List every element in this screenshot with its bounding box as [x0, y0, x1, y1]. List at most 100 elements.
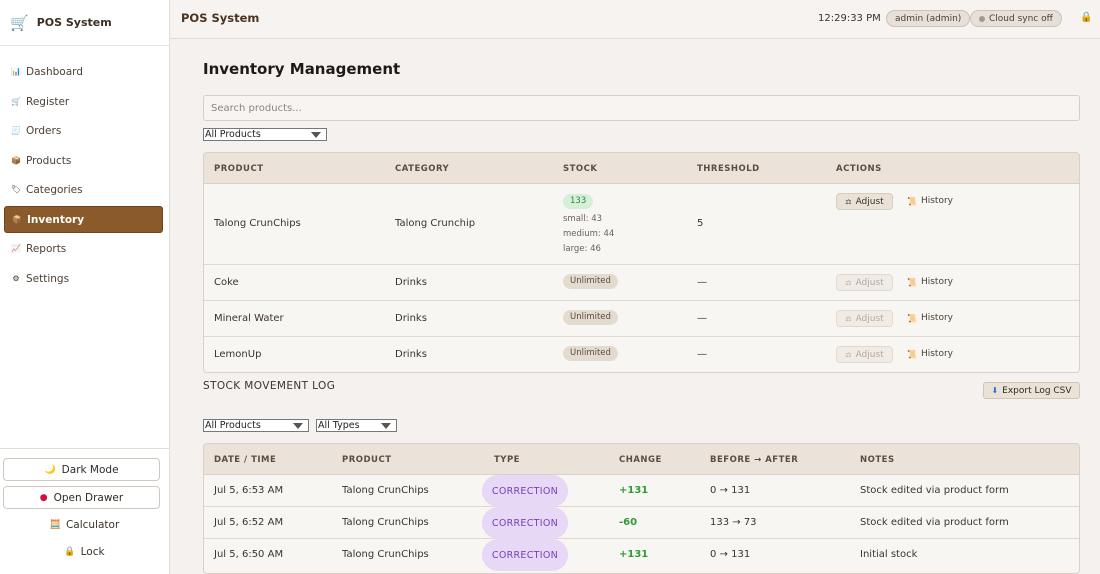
stock-badge: Unlimited: [563, 346, 618, 361]
scroll-icon: 📜: [907, 349, 917, 359]
threshold-value: 5: [697, 218, 704, 229]
log-type-filter-value: All Types: [318, 420, 360, 431]
sidebar-item-label: Orders: [26, 125, 62, 137]
category-name: Drinks: [395, 349, 427, 360]
stock-cell: 133 small: 43 medium: 44 large: 46: [563, 194, 614, 257]
log-notes: Stock edited via product form: [860, 485, 1009, 496]
chevron-down-icon: [293, 423, 303, 429]
calculator-button[interactable]: 🧮 Calculator: [0, 514, 169, 536]
log-date: Jul 5, 6:53 AM: [214, 485, 284, 496]
cart-icon: 🛒: [11, 96, 21, 106]
lock-icon: 🔒: [64, 547, 76, 557]
sidebar-item-inventory[interactable]: 📦 Inventory: [4, 206, 163, 233]
table-row: Talong CrunChips Talong Crunchip 133 sma…: [204, 184, 1079, 265]
history-button[interactable]: 📜 History: [907, 349, 953, 359]
clock: 12:29:33 PM: [818, 13, 881, 24]
receipt-icon: 🧾: [11, 126, 21, 135]
dark-mode-button[interactable]: 🌙 Dark Mode: [3, 458, 160, 481]
sync-status-badge[interactable]: Cloud sync off: [970, 10, 1062, 27]
sidebar-item-label: Products: [26, 154, 72, 167]
sidebar-item-categories[interactable]: 🏷 Categories: [4, 177, 163, 204]
chart-icon: 📈: [11, 244, 21, 253]
variant-stock: large: 46: [563, 244, 601, 254]
log-change: -60: [619, 517, 638, 528]
product-filter-select[interactable]: All Products: [203, 128, 327, 141]
column-header: THRESHOLD: [697, 164, 760, 174]
history-label: History: [920, 196, 953, 206]
lock-button[interactable]: 🔒 Lock: [0, 541, 169, 563]
lock-icon[interactable]: 🔒: [1080, 12, 1092, 23]
chevron-down-icon: [311, 132, 321, 138]
table-row: Jul 5, 6:53 AM Talong CrunChips CORRECTI…: [204, 475, 1079, 507]
search-input[interactable]: [203, 95, 1080, 121]
sidebar-item-reports[interactable]: 📈 Reports: [4, 236, 163, 263]
sidebar-item-label: Reports: [26, 243, 67, 255]
stock-cell: Unlimited: [563, 274, 618, 289]
drawer-icon: ●: [39, 492, 48, 503]
column-header: PRODUCT: [214, 164, 264, 174]
stock-badge: Unlimited: [563, 310, 618, 325]
scroll-icon: 📜: [907, 196, 917, 206]
sidebar-item-label: Categories: [26, 184, 83, 196]
category-name: Drinks: [395, 277, 427, 288]
log-change: +131: [619, 485, 649, 496]
calculator-icon: 🧮: [49, 520, 61, 530]
table-row: Mineral Water Drinks Unlimited — ⚖ Adjus…: [204, 301, 1079, 337]
history-button[interactable]: 📜 History: [907, 196, 953, 206]
adjust-button[interactable]: ⚖ Adjust: [836, 310, 893, 327]
adjust-button[interactable]: ⚖ Adjust: [836, 193, 893, 210]
category-name: Talong Crunchip: [395, 218, 476, 229]
sidebar-item-register[interactable]: 🛒 Register: [4, 88, 163, 115]
open-drawer-button[interactable]: ● Open Drawer: [3, 486, 160, 509]
calculator-label: Calculator: [65, 519, 120, 531]
stock-cell: Unlimited: [563, 346, 618, 361]
product-name: Coke: [214, 277, 239, 288]
product-name: Talong CrunChips: [214, 218, 301, 229]
adjust-label: Adjust: [855, 277, 884, 288]
log-before-after: 0 → 131: [710, 485, 751, 496]
gear-icon: ⚙: [12, 273, 20, 283]
column-header: ACTIONS: [836, 164, 882, 174]
sidebar-item-settings[interactable]: ⚙ Settings: [4, 265, 163, 292]
variant-stock: medium: 44: [563, 229, 615, 239]
sidebar-item-dashboard[interactable]: 📊 Dashboard: [4, 59, 163, 86]
adjust-label: Adjust: [855, 349, 884, 360]
type-badge: CORRECTION: [482, 539, 568, 571]
log-product: Talong CrunChips: [342, 549, 429, 560]
app-name: POS System: [36, 16, 112, 29]
table-row: Jul 5, 6:50 AM Talong CrunChips CORRECTI…: [204, 539, 1079, 571]
sidebar-item-label: Inventory: [27, 213, 85, 226]
log-before-after: 0 → 131: [710, 549, 751, 560]
status-dot-icon: [979, 15, 985, 22]
user-badge[interactable]: admin (admin): [886, 10, 971, 27]
log-product-filter-select[interactable]: All Products: [203, 419, 309, 432]
history-button[interactable]: 📜 History: [907, 277, 953, 287]
export-log-button[interactable]: ⬇ Export Log CSV: [983, 382, 1080, 399]
stock-cell: Unlimited: [563, 310, 618, 325]
log-type-filter-select[interactable]: All Types: [316, 419, 397, 432]
table-row: Jul 5, 6:52 AM Talong CrunChips CORRECTI…: [204, 507, 1079, 539]
box-icon: 📦: [11, 155, 21, 165]
column-header: NOTES: [860, 455, 895, 465]
main-content: Inventory Management All Products PRODUC…: [170, 40, 1100, 574]
stock-badge: Unlimited: [563, 274, 618, 289]
adjust-button[interactable]: ⚖ Adjust: [836, 274, 893, 291]
column-header: BEFORE → AFTER: [710, 455, 799, 465]
log-product-filter-value: All Products: [205, 420, 261, 431]
log-before-after: 133 → 73: [710, 517, 757, 528]
table-row: Coke Drinks Unlimited — ⚖ Adjust 📜 Histo…: [204, 265, 1079, 301]
column-header: STOCK: [563, 164, 598, 174]
adjust-button[interactable]: ⚖ Adjust: [836, 346, 893, 363]
download-icon: ⬇: [991, 386, 999, 395]
sync-label: Cloud sync off: [989, 13, 1053, 24]
history-button[interactable]: 📜 History: [907, 313, 953, 323]
sidebar-item-orders[interactable]: 🧾 Orders: [4, 118, 163, 145]
threshold-value: —: [697, 277, 707, 288]
adjust-icon: ⚖: [845, 197, 852, 206]
log-product: Talong CrunChips: [342, 517, 429, 528]
product-name: Mineral Water: [214, 313, 284, 324]
lock-label: Lock: [80, 546, 105, 558]
table-header: DATE / TIME PRODUCT TYPE CHANGE BEFORE →…: [204, 444, 1079, 475]
sidebar-item-products[interactable]: 📦 Products: [4, 147, 163, 174]
stock-badge: 133: [563, 194, 594, 209]
